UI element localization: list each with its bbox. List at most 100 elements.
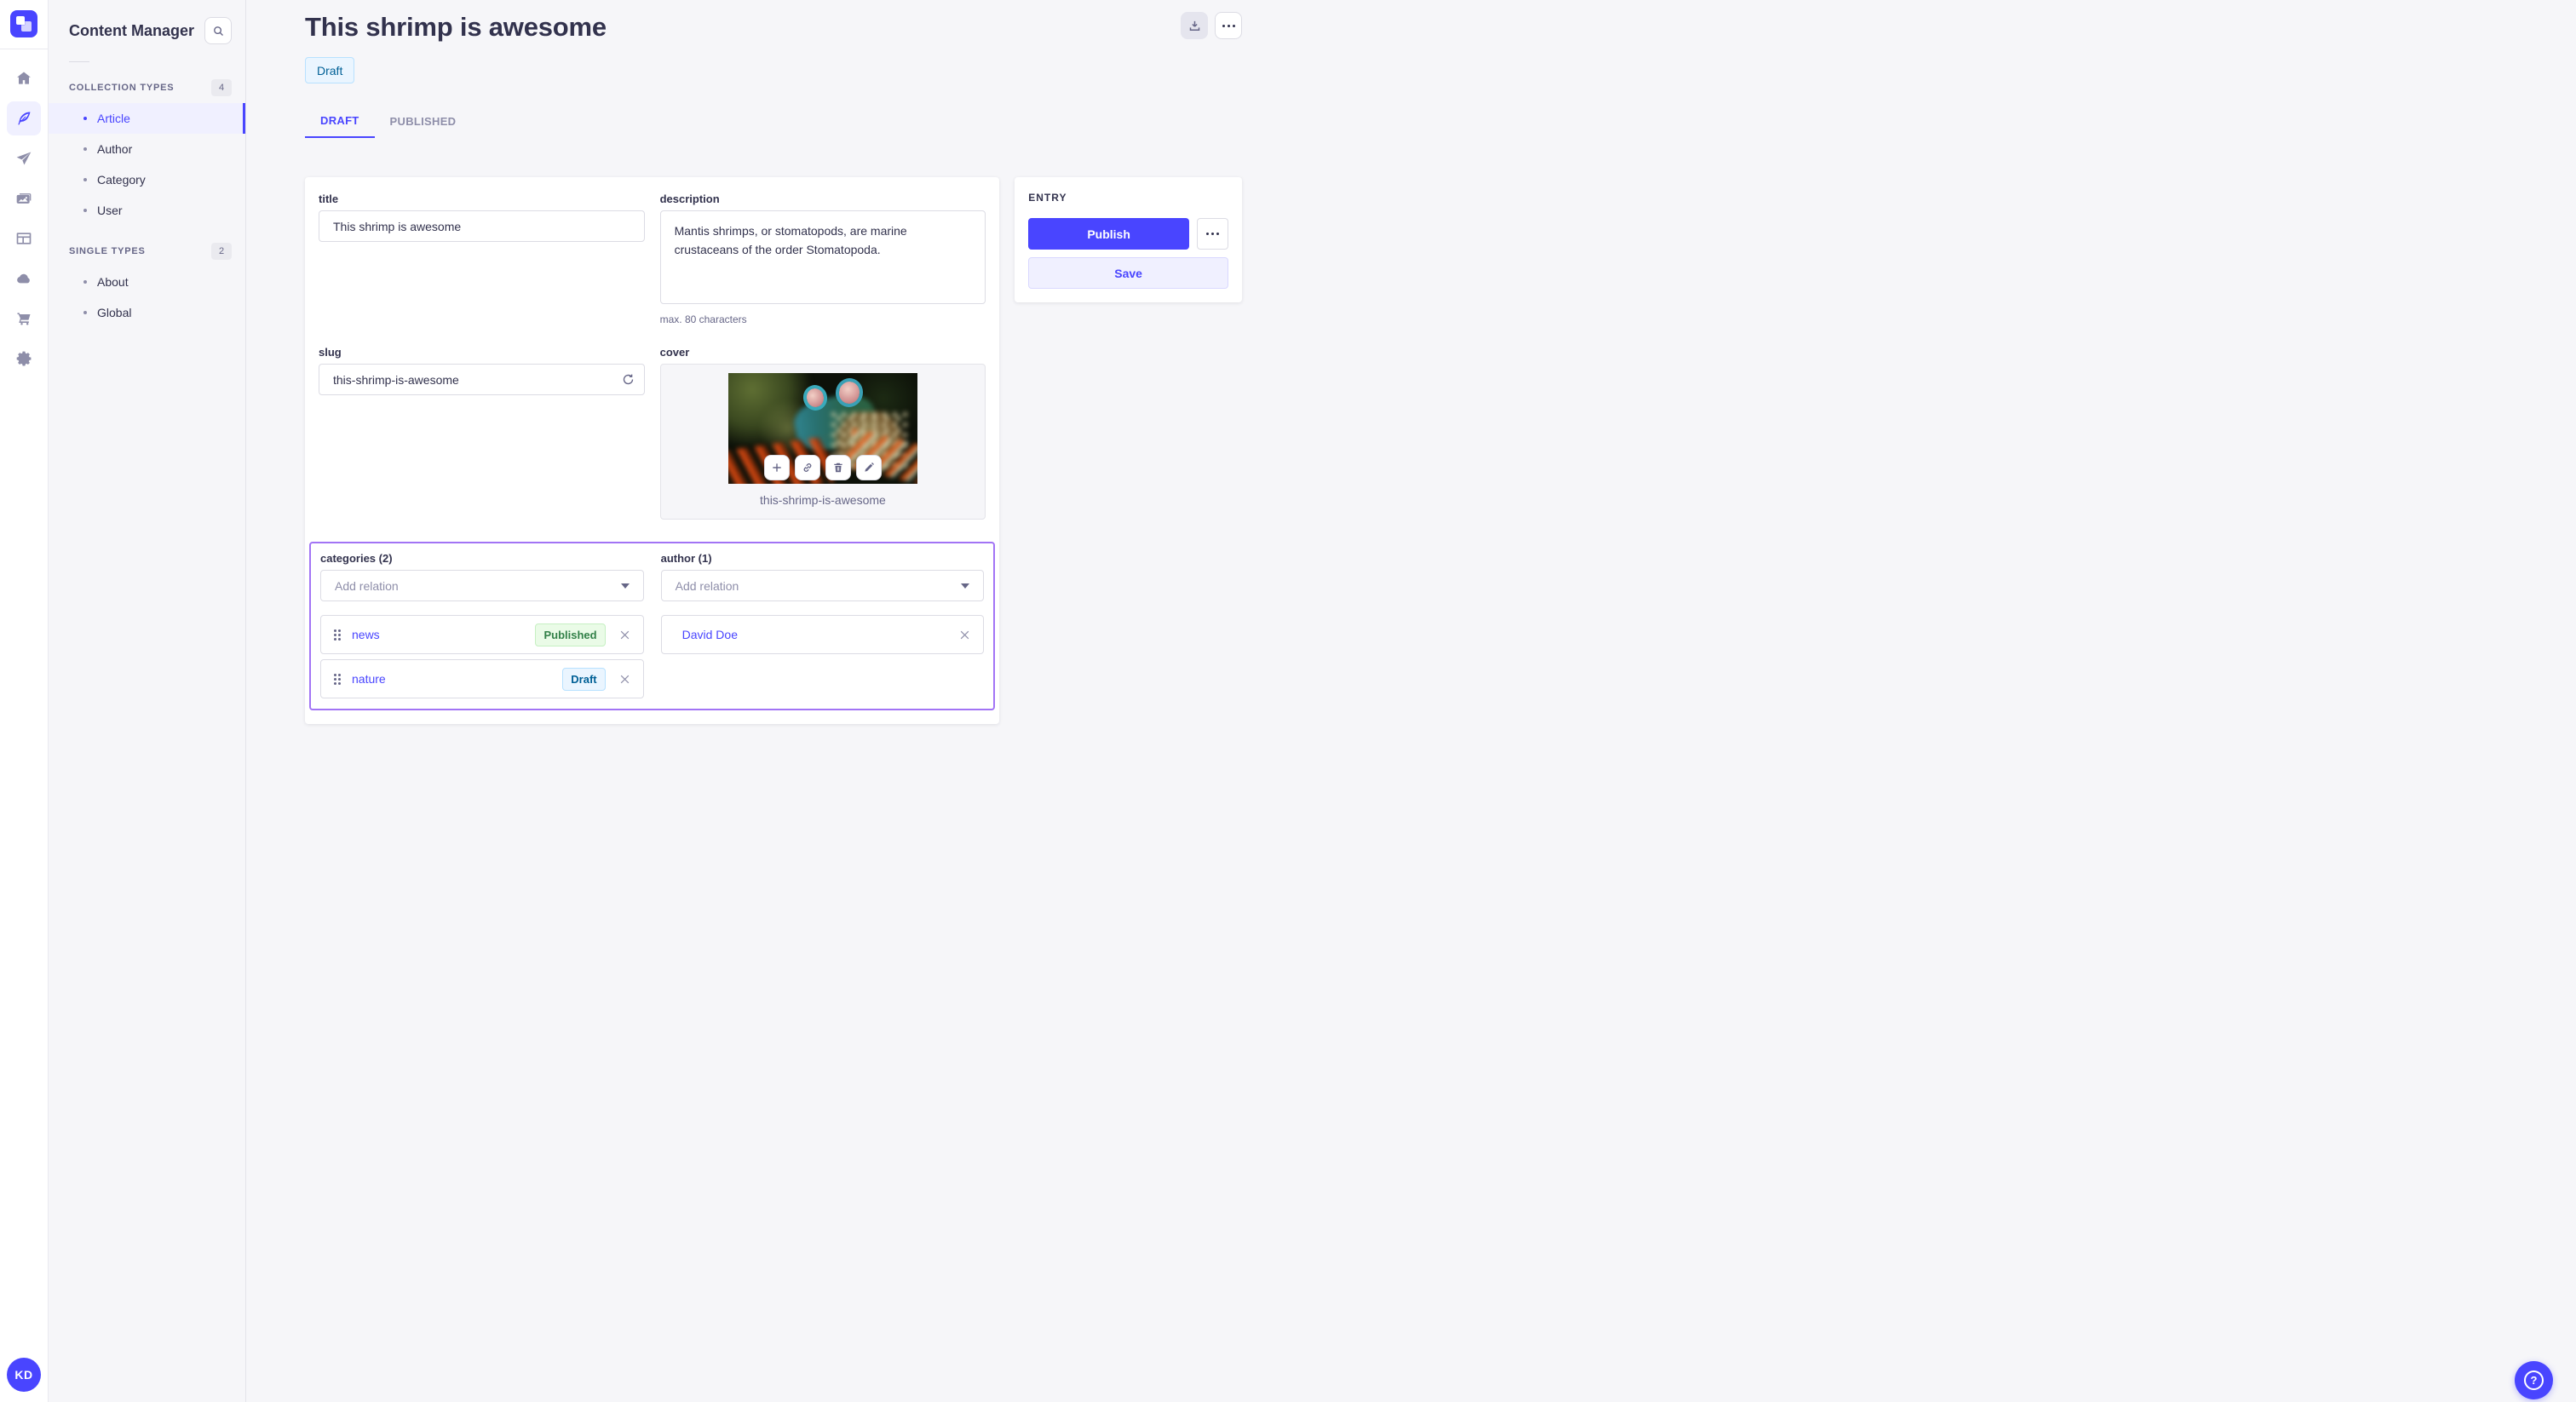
single-types-count-badge: 2 [211, 243, 232, 260]
categories-add-relation-combobox[interactable]: Add relation [320, 570, 644, 601]
nav-content-manager-button[interactable] [7, 101, 41, 135]
drag-handle-icon[interactable] [334, 673, 341, 685]
search-button[interactable] [204, 17, 232, 44]
trash-icon [834, 463, 842, 473]
nav-marketplace-button[interactable] [7, 302, 41, 336]
cover-filename: this-shrimp-is-awesome [760, 493, 886, 507]
cover-image [727, 373, 917, 484]
entry-more-options-button[interactable] [1197, 218, 1228, 250]
slug-input[interactable] [319, 364, 645, 395]
ellipsis-icon [1222, 24, 1235, 27]
relation-status-badge: Draft [562, 667, 606, 691]
nav-content-type-builder-button[interactable] [7, 221, 41, 256]
collection-types-section: COLLECTION TYPES 4 Article Author Catego… [49, 79, 245, 226]
sidebar-item-global[interactable]: Global [49, 297, 245, 328]
rail-logo-section [0, 0, 48, 49]
plus-icon [773, 463, 781, 472]
main-content: This shrimp is awesome Draft DRAFT PUBLI… [246, 0, 1288, 724]
remove-relation-button[interactable] [619, 674, 630, 685]
strapi-logo[interactable] [10, 10, 37, 37]
help-button[interactable]: ? [2515, 1361, 2553, 1399]
gear-icon [16, 351, 32, 366]
status-badge: Draft [305, 57, 355, 83]
layout-icon [16, 233, 32, 244]
sidebar-item-label: Article [97, 112, 130, 125]
field-author: author (1) Add relation David Doe [660, 552, 985, 698]
content-manager-sidebar: Content Manager COLLECTION TYPES 4 Artic… [49, 0, 246, 1402]
remove-relation-button[interactable] [959, 629, 970, 641]
nav-home-button[interactable] [7, 61, 41, 95]
collection-types-label: COLLECTION TYPES [69, 83, 175, 93]
remove-relation-button[interactable] [619, 629, 630, 641]
author-field-label: author (1) [660, 552, 712, 565]
nav-deploy-button[interactable] [7, 261, 41, 296]
relations-highlight-group: categories (2) Add relation news Publish… [309, 542, 996, 710]
bullet-icon [83, 178, 87, 181]
sidebar-item-label: User [97, 204, 123, 217]
add-relation-placeholder: Add relation [675, 578, 739, 593]
description-hint: max. 80 characters [659, 313, 747, 325]
link-icon [803, 463, 812, 472]
single-types-label: SINGLE TYPES [69, 246, 146, 256]
cover-media-card: this-shrimp-is-awesome [659, 364, 986, 520]
title-field-label: title [319, 192, 339, 205]
chevron-down-icon [961, 583, 970, 589]
cover-actions [763, 455, 882, 480]
drag-handle-icon[interactable] [334, 629, 341, 641]
sidebar-item-label: Author [97, 142, 133, 156]
home-icon [17, 72, 31, 84]
categories-field-label: categories (2) [320, 552, 393, 565]
field-slug: slug [319, 346, 645, 520]
sidebar-item-label: Global [97, 306, 132, 319]
pencil-icon [865, 463, 874, 472]
entry-panel: ENTRY Publish Save [1015, 177, 1242, 302]
relation-link[interactable]: news [352, 628, 380, 641]
page-more-options-button[interactable] [1215, 12, 1242, 39]
close-icon [620, 630, 629, 639]
relation-link[interactable]: David Doe [682, 628, 738, 641]
bullet-icon [83, 117, 87, 120]
bullet-icon [83, 147, 87, 151]
page-title: This shrimp is awesome [305, 12, 607, 42]
field-description: description Mantis shrimps, or stomatopo… [659, 192, 986, 325]
title-input[interactable] [319, 210, 645, 242]
cover-delete-button[interactable] [825, 455, 851, 480]
paper-plane-icon [16, 152, 32, 165]
cover-copy-link-button[interactable] [794, 455, 820, 480]
cover-add-button[interactable] [763, 455, 790, 480]
cover-edit-button[interactable] [855, 455, 882, 480]
field-cover: cover this-shrimp-is-awesome [659, 346, 986, 520]
save-button[interactable]: Save [1028, 257, 1228, 289]
user-avatar[interactable]: KD [7, 1358, 41, 1392]
sidebar-item-user[interactable]: User [49, 195, 245, 226]
regenerate-slug-button[interactable] [616, 366, 641, 392]
nav-releases-button[interactable] [7, 141, 41, 175]
slug-field-label: slug [319, 346, 342, 359]
images-icon [16, 193, 32, 204]
tab-published[interactable]: PUBLISHED [375, 109, 472, 138]
collection-types-count-badge: 4 [211, 79, 232, 96]
export-button[interactable] [1181, 12, 1208, 39]
sidebar-item-category[interactable]: Category [49, 164, 245, 195]
single-types-section: SINGLE TYPES 2 About Global [49, 243, 245, 328]
nav-rail: KD [0, 0, 49, 1402]
question-mark-icon: ? [2524, 1370, 2544, 1390]
publish-button[interactable]: Publish [1028, 218, 1189, 250]
strapi-logo-glyph [16, 16, 25, 25]
tab-draft[interactable]: DRAFT [305, 109, 375, 138]
close-icon [620, 675, 629, 683]
ellipsis-icon [1206, 233, 1219, 235]
sidebar-item-author[interactable]: Author [49, 134, 245, 164]
nav-media-library-button[interactable] [7, 181, 41, 215]
sidebar-item-article[interactable]: Article [49, 103, 245, 134]
sidebar-divider [69, 61, 89, 62]
author-add-relation-combobox[interactable]: Add relation [660, 570, 985, 601]
sidebar-item-about[interactable]: About [49, 267, 245, 297]
add-relation-placeholder: Add relation [335, 578, 399, 593]
search-icon [213, 26, 223, 36]
sidebar-title: Content Manager [69, 21, 195, 39]
entry-panel-title: ENTRY [1028, 192, 1067, 204]
nav-settings-button[interactable] [7, 342, 41, 376]
description-textarea[interactable]: Mantis shrimps, or stomatopods, are mari… [659, 210, 986, 304]
relation-link[interactable]: nature [352, 672, 386, 686]
